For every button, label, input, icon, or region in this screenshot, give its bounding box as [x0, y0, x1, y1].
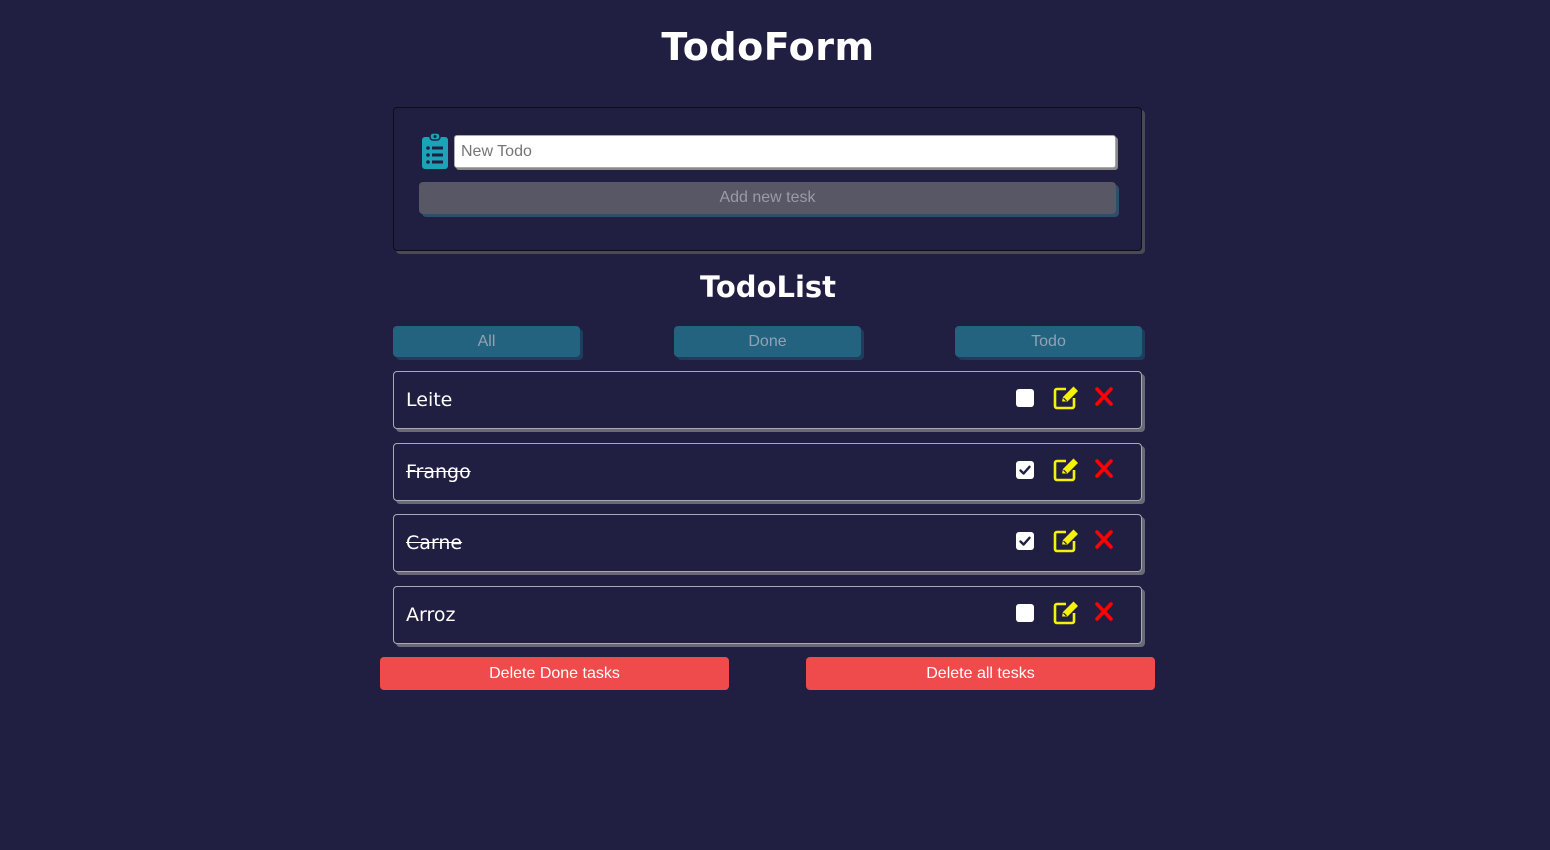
app: TodoForm Add new tesk TodoList All Done …: [0, 0, 1550, 850]
check-icon: [1019, 536, 1031, 546]
edit-icon[interactable]: [1053, 385, 1080, 410]
done-checkbox[interactable]: [1016, 389, 1034, 407]
close-icon[interactable]: [1094, 601, 1114, 623]
done-checkbox[interactable]: [1016, 604, 1034, 622]
todo-text: Leite: [406, 389, 453, 411]
todo-text: Carne: [406, 532, 463, 554]
edit-icon[interactable]: [1053, 600, 1080, 625]
check-icon: [1019, 465, 1031, 475]
close-icon[interactable]: [1094, 529, 1114, 551]
todo-item: Arroz: [393, 586, 1142, 644]
todo-item: Carne: [393, 514, 1142, 572]
filter-all-button[interactable]: All: [393, 326, 580, 357]
filter-done-button[interactable]: Done: [674, 326, 861, 357]
edit-icon[interactable]: [1053, 457, 1080, 482]
edit-icon[interactable]: [1053, 528, 1080, 553]
filter-todo-button[interactable]: Todo: [955, 326, 1142, 357]
todo-item: Frango: [393, 443, 1142, 501]
done-checkbox[interactable]: [1016, 532, 1034, 550]
close-icon[interactable]: [1094, 386, 1114, 408]
form-title: TodoForm: [661, 25, 875, 69]
delete-done-button[interactable]: Delete Done tasks: [380, 657, 729, 690]
new-todo-input[interactable]: [454, 135, 1116, 168]
todo-text: Frango: [406, 461, 471, 483]
add-task-button[interactable]: Add new tesk: [419, 182, 1116, 214]
todo-item: Leite: [393, 371, 1142, 429]
close-icon[interactable]: [1094, 458, 1114, 480]
todo-text: Arroz: [406, 604, 456, 626]
done-checkbox[interactable]: [1016, 461, 1034, 479]
todo-form: Add new tesk: [393, 107, 1142, 251]
list-title: TodoList: [699, 270, 837, 304]
delete-all-button[interactable]: Delete all tesks: [806, 657, 1155, 690]
clipboard-list-icon: [421, 132, 449, 170]
